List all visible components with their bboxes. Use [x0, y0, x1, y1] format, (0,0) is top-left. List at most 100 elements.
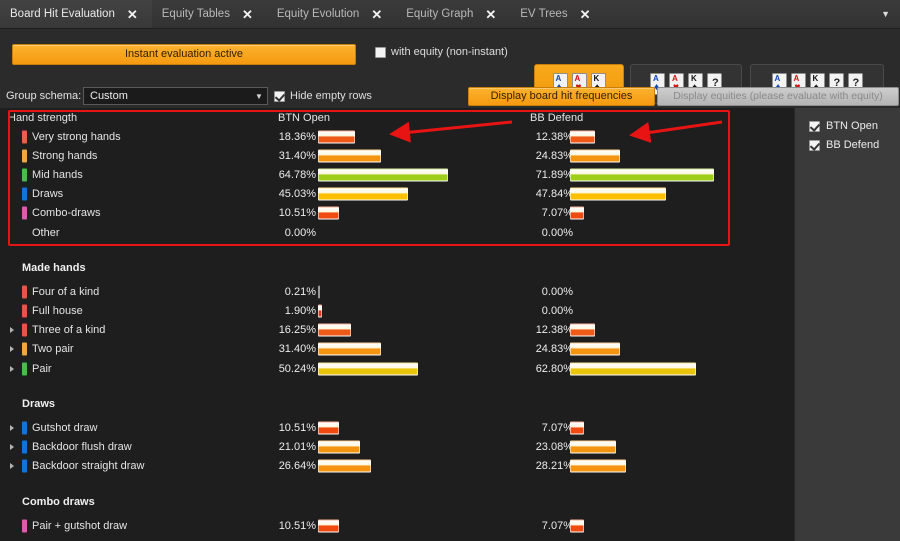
value-label: 26.64%: [278, 460, 316, 473]
value-label: 10.51%: [278, 422, 316, 435]
expand-triangle-icon[interactable]: [10, 346, 14, 353]
instant-evaluation-button[interactable]: Instant evaluation active: [12, 44, 356, 65]
close-icon[interactable]: ✕: [238, 8, 263, 21]
tab-equity-evolution[interactable]: Equity Evolution ✕: [267, 0, 396, 28]
value-label: 62.80%: [535, 362, 573, 375]
table-row[interactable]: Combo-draws 10.51% 7.07%: [0, 204, 794, 223]
table-row[interactable]: Two pair 31.40% 24.83%: [0, 340, 794, 359]
category-color-swatch: [22, 304, 27, 318]
expand-triangle-icon[interactable]: [10, 327, 14, 334]
value-bar: [570, 459, 627, 473]
table-row[interactable]: Strong hands 31.40% 24.83%: [0, 146, 794, 165]
tab-label: Equity Evolution: [276, 8, 360, 20]
value-label: 0.00%: [284, 226, 316, 239]
tab-equity-graph[interactable]: Equity Graph ✕: [396, 0, 510, 28]
value-bar: [318, 168, 448, 182]
tab-label: EV Trees: [520, 8, 568, 20]
tab-label: Equity Graph: [406, 8, 474, 20]
tab-overflow-caret-icon[interactable]: ▼: [881, 9, 890, 19]
row-label: Backdoor straight draw: [32, 460, 145, 473]
value-label: 23.08%: [535, 441, 573, 454]
sidebar-item-bb-defend[interactable]: BB Defend: [809, 139, 879, 151]
category-color-swatch: [22, 519, 27, 533]
toolbar-primary: Instant evaluation active with equity (n…: [0, 28, 900, 104]
column-header: BB Defend: [530, 111, 584, 124]
table-row[interactable]: Pair + gutshot draw 10.51% 7.07%: [0, 516, 794, 535]
value-label: 0.00%: [541, 305, 573, 318]
chevron-down-icon[interactable]: ▼: [251, 88, 267, 104]
value-bar: [570, 130, 595, 144]
category-color-swatch: [22, 187, 27, 201]
value-bar: [318, 323, 351, 337]
display-board-hit-frequencies-button[interactable]: Display board hit frequencies: [468, 87, 655, 106]
sidebar-item-label: BTN Open: [826, 120, 878, 132]
table-row[interactable]: Very strong hands 18.36% 12.38%: [0, 127, 794, 146]
table-row[interactable]: Backdoor flush draw 21.01% 23.08%: [0, 438, 794, 457]
category-color-swatch: [22, 130, 27, 144]
table-row[interactable]: Full house 1.90% 0.00%: [0, 302, 794, 321]
value-label: 31.40%: [278, 343, 316, 356]
tab-equity-tables[interactable]: Equity Tables ✕: [152, 0, 267, 28]
hide-empty-rows-checkbox[interactable]: [274, 90, 285, 102]
table-row[interactable]: Backdoor straight draw 26.64% 28.21%: [0, 457, 794, 476]
value-label: 18.36%: [278, 130, 316, 143]
close-icon[interactable]: ✕: [123, 8, 148, 21]
section-header-row: Draws: [0, 394, 794, 413]
table-row[interactable]: Other 0.00% 0.00%: [0, 223, 794, 242]
table-row[interactable]: Mid hands 64.78% 71.89%: [0, 165, 794, 184]
tab-board-hit-evaluation[interactable]: Board Hit Evaluation ✕: [0, 0, 152, 28]
expand-triangle-icon[interactable]: [10, 365, 14, 372]
category-color-swatch: [22, 459, 27, 473]
value-bar: [570, 187, 666, 201]
row-label: Very strong hands: [32, 130, 121, 143]
value-label: 0.21%: [284, 285, 316, 298]
group-schema-label: Group schema:: [6, 90, 82, 102]
table-row[interactable]: Three of a kind 16.25% 12.38%: [0, 321, 794, 340]
expand-triangle-icon[interactable]: [10, 425, 14, 432]
section-title: Made hands: [22, 261, 86, 274]
close-icon[interactable]: ✕: [576, 8, 601, 21]
row-label: Pair: [32, 362, 52, 375]
value-bar: [570, 323, 595, 337]
value-label: 21.01%: [278, 441, 316, 454]
table-row[interactable]: Gutshot draw 10.51% 7.07%: [0, 418, 794, 437]
value-bar: [570, 168, 714, 182]
tab-label: Board Hit Evaluation: [10, 8, 115, 20]
value-label: 45.03%: [278, 188, 316, 201]
with-equity-checkbox[interactable]: [375, 46, 386, 58]
hide-empty-rows-row[interactable]: Hide empty rows: [274, 90, 372, 102]
value-bar: [318, 421, 340, 435]
table-row[interactable]: Four of a kind 0.21% 0.00%: [0, 282, 794, 301]
sidebar-item-btn-open[interactable]: BTN Open: [809, 120, 878, 132]
table-row[interactable]: Pair 50.24% 62.80%: [0, 359, 794, 378]
sidebar-item-label: BB Defend: [826, 139, 880, 151]
value-label: 12.38%: [535, 324, 573, 337]
group-schema-value: Custom: [90, 90, 128, 102]
category-color-swatch: [22, 206, 27, 220]
column-header: Hand strength: [8, 111, 78, 124]
tab-ev-trees[interactable]: EV Trees ✕: [510, 0, 604, 28]
display-equities-button[interactable]: Display equities (please evaluate with e…: [657, 87, 899, 106]
value-bar: [318, 362, 419, 376]
value-label: 7.07%: [541, 207, 573, 220]
sidebar-checkbox[interactable]: [809, 139, 820, 151]
value-bar: [318, 459, 372, 473]
close-icon[interactable]: ✕: [481, 8, 506, 21]
group-schema-select[interactable]: Custom ▼: [83, 87, 268, 105]
row-label: Combo-draws: [32, 207, 101, 220]
sidebar-checkbox[interactable]: [809, 120, 820, 132]
category-color-swatch: [22, 168, 27, 182]
expand-triangle-icon[interactable]: [10, 463, 14, 470]
close-icon[interactable]: ✕: [367, 8, 392, 21]
table-row[interactable]: Draws 45.03% 47.84%: [0, 185, 794, 204]
row-label: Four of a kind: [32, 285, 100, 298]
value-label: 47.84%: [535, 188, 573, 201]
value-label: 7.07%: [541, 422, 573, 435]
value-label: 24.83%: [535, 149, 573, 162]
value-label: 10.51%: [278, 519, 316, 532]
with-equity-checkbox-row[interactable]: with equity (non-instant): [375, 46, 508, 58]
category-color-swatch: [22, 440, 27, 454]
value-label: 10.51%: [278, 207, 316, 220]
expand-triangle-icon[interactable]: [10, 444, 14, 451]
